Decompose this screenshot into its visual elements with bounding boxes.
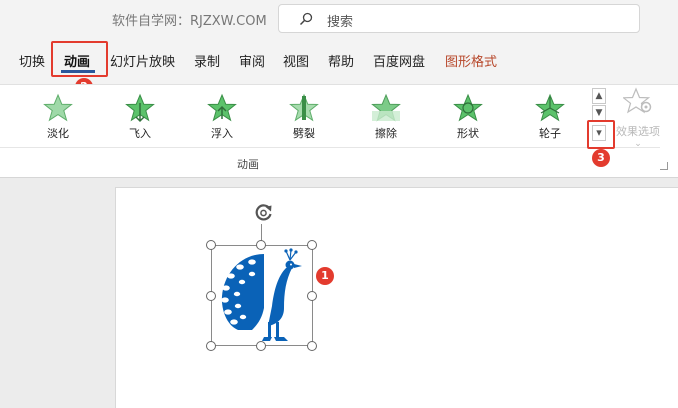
highlight-more-button <box>587 120 615 149</box>
tab-baidu-netdisk[interactable]: 百度网盘 <box>373 51 425 70</box>
star-fade-icon <box>43 93 73 122</box>
effect-wipe[interactable]: 擦除 <box>356 93 416 145</box>
effect-options-button[interactable]: 效果选项 ⌄ <box>612 87 664 149</box>
peacock-icon <box>221 248 302 341</box>
resize-handle-top[interactable] <box>256 240 266 250</box>
tab-help[interactable]: 帮助 <box>328 51 354 70</box>
effect-fade[interactable]: 淡化 <box>28 93 88 145</box>
resize-handle-top-right[interactable] <box>307 240 317 250</box>
effect-options-label: 效果选项 <box>616 125 660 138</box>
editor-workspace <box>0 178 678 408</box>
tab-transitions[interactable]: 切换 <box>19 51 45 70</box>
effect-fly-in-label: 飞入 <box>129 127 151 140</box>
step-badge-1: 1 <box>316 267 334 285</box>
effect-shape-label: 形状 <box>457 127 479 140</box>
rotate-handle-icon[interactable] <box>252 201 276 225</box>
ribbon-animations: 淡化 飞入 浮入 劈裂 擦除 形状 轮子 ▲ ▼ ▾ 效果选项 ⌄ 动画 <box>0 84 678 178</box>
ribbon-group-label: 动画 <box>237 158 259 171</box>
effect-fade-label: 淡化 <box>47 127 69 140</box>
effect-split[interactable]: 劈裂 <box>274 93 334 145</box>
star-split-icon <box>289 93 319 122</box>
effect-wheel[interactable]: 轮子 <box>520 93 580 145</box>
effect-wheel-label: 轮子 <box>539 127 561 140</box>
search-icon <box>299 12 313 26</box>
star-shape-icon <box>453 93 483 122</box>
effect-float-in[interactable]: 浮入 <box>192 93 252 145</box>
dialog-launcher-icon[interactable] <box>660 162 668 170</box>
tab-shape-format[interactable]: 图形格式 <box>445 51 497 70</box>
resize-handle-bottom[interactable] <box>256 341 266 351</box>
star-float-in-icon <box>207 93 237 122</box>
resize-handle-left[interactable] <box>206 291 216 301</box>
resize-handle-bottom-right[interactable] <box>307 341 317 351</box>
effect-options-icon <box>621 87 652 114</box>
resize-handle-top-left[interactable] <box>206 240 216 250</box>
star-wipe-icon <box>371 93 401 122</box>
effect-float-in-label: 浮入 <box>211 127 233 140</box>
tab-view[interactable]: 视图 <box>283 51 309 70</box>
search-box[interactable]: 搜索 <box>278 4 640 33</box>
star-fly-in-icon <box>125 93 155 123</box>
gallery-scroll-up-button[interactable]: ▲ <box>592 88 606 104</box>
search-placeholder: 搜索 <box>327 15 354 30</box>
effect-shape[interactable]: 形状 <box>438 93 498 145</box>
effect-wipe-label: 擦除 <box>375 127 397 140</box>
group-divider <box>0 147 660 148</box>
highlight-animations-tab <box>51 41 108 77</box>
resize-handle-right[interactable] <box>307 291 317 301</box>
tab-record[interactable]: 录制 <box>194 51 220 70</box>
step-badge-3: 3 <box>592 149 610 167</box>
slide-canvas[interactable] <box>115 187 678 408</box>
gallery-scroll-down-button[interactable]: ▼ <box>592 105 606 121</box>
star-wheel-icon <box>535 93 565 122</box>
effect-fly-in[interactable]: 飞入 <box>110 93 170 145</box>
selected-shape[interactable] <box>211 245 313 346</box>
title-bar: 软件自学网：RJZXW.COM 搜索 <box>0 0 678 40</box>
document-title: 软件自学网：RJZXW.COM <box>112 14 267 29</box>
tab-review[interactable]: 审阅 <box>239 51 265 70</box>
tab-slideshow[interactable]: 幻灯片放映 <box>110 51 175 70</box>
resize-handle-bottom-left[interactable] <box>206 341 216 351</box>
effect-split-label: 劈裂 <box>293 127 315 140</box>
